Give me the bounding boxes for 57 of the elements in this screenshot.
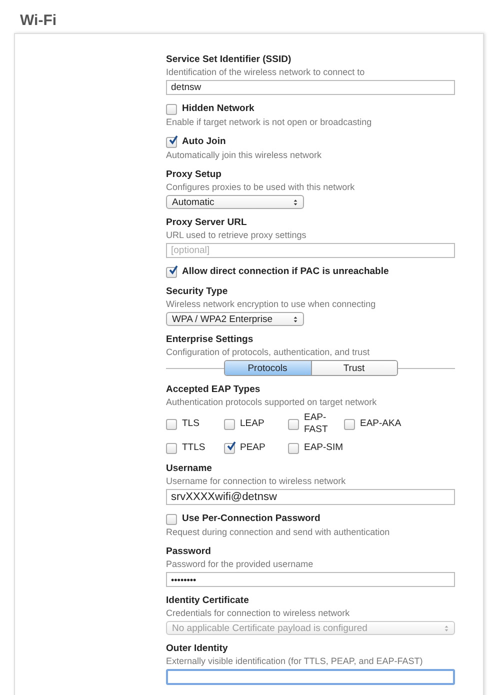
checkbox[interactable] [288,442,299,454]
field-description: Credentials for connection to wireless network [166,607,351,619]
field-label: Security Type [166,286,229,298]
checkbox[interactable] [224,418,235,430]
field-label: Outer Identity [166,643,229,655]
field-description: Externally visible identification (for TTLS, PEAP, and EAP-FAST) [166,655,424,667]
field-label: Username [166,463,213,475]
checkbox[interactable] [224,442,235,454]
field-description: Wireless network encryption to use when connecting [166,298,377,310]
field-description: Authentication protocols supported on target network [166,396,378,408]
dropdown[interactable]: WPA / WPA2 Enterprise [166,312,304,326]
segment-tab[interactable]: Protocols [224,361,310,375]
stepper-arrows-icon [293,314,298,324]
field-label: Identity Certificate [166,595,250,607]
checkbox-label: Hidden Network [182,103,254,115]
checkbox[interactable] [166,442,177,454]
field-description: Configures proxies to be used with this network [166,181,356,193]
field-label: Accepted EAP Types [166,384,262,396]
checkbox-label: Auto Join [182,136,226,148]
checkbox-label: TTLS [182,442,206,454]
checkbox[interactable] [344,418,355,430]
field-description: Enable if target network is not open or broadcasting [166,116,373,128]
text-field[interactable]: detnsw [166,80,455,95]
text-field[interactable] [166,669,455,685]
checkbox[interactable] [166,104,177,114]
field-label: Proxy Setup [166,169,222,181]
field-description: Configuration of protocols, authentication, and trust [166,346,371,358]
checkbox[interactable] [166,418,177,430]
checkbox-label: EAP-AKA [360,418,402,430]
field-description: Username for connection to wireless network [166,475,347,487]
checkbox[interactable] [166,136,177,148]
checkbox-label: EAP-SIM [304,442,344,454]
field-description: URL used to retrieve proxy settings [166,229,308,241]
field-label: Enterprise Settings [166,334,254,346]
field-description: Password for the provided username [166,558,314,570]
field-label: Password [166,546,212,558]
checkbox-label: Allow direct connection if PAC is unreachable [182,266,389,278]
field-label: Service Set Identifier (SSID) [166,54,292,66]
checkbox-label: LEAP [240,418,264,430]
checkbox[interactable] [166,514,177,524]
segment-tab[interactable]: Trust [310,361,396,375]
field-description: Identification of the wireless network to connect to [166,66,366,78]
checkbox[interactable] [288,418,299,430]
checkbox-label: PEAP [240,442,266,454]
field-description: Request during connection and send with authentication [166,526,391,538]
checkbox-label: TLS [182,418,200,430]
field-label: Proxy Server URL [166,217,248,229]
checkbox[interactable] [166,266,177,278]
checkbox-label: Use Per-Connection Password [182,513,320,525]
section-title: Wi-Fi [20,12,58,29]
checkbox-label: EAP-FAST [304,412,329,436]
dropdown[interactable]: Automatic [166,195,304,209]
text-field[interactable]: srvXXXXwifi@detnsw [166,489,455,505]
field-description: Automatically join this wireless network [166,149,323,161]
password-field[interactable]: •••••••• [166,572,455,587]
stepper-arrows-icon [293,198,298,206]
stepper-arrows-icon [444,624,449,632]
